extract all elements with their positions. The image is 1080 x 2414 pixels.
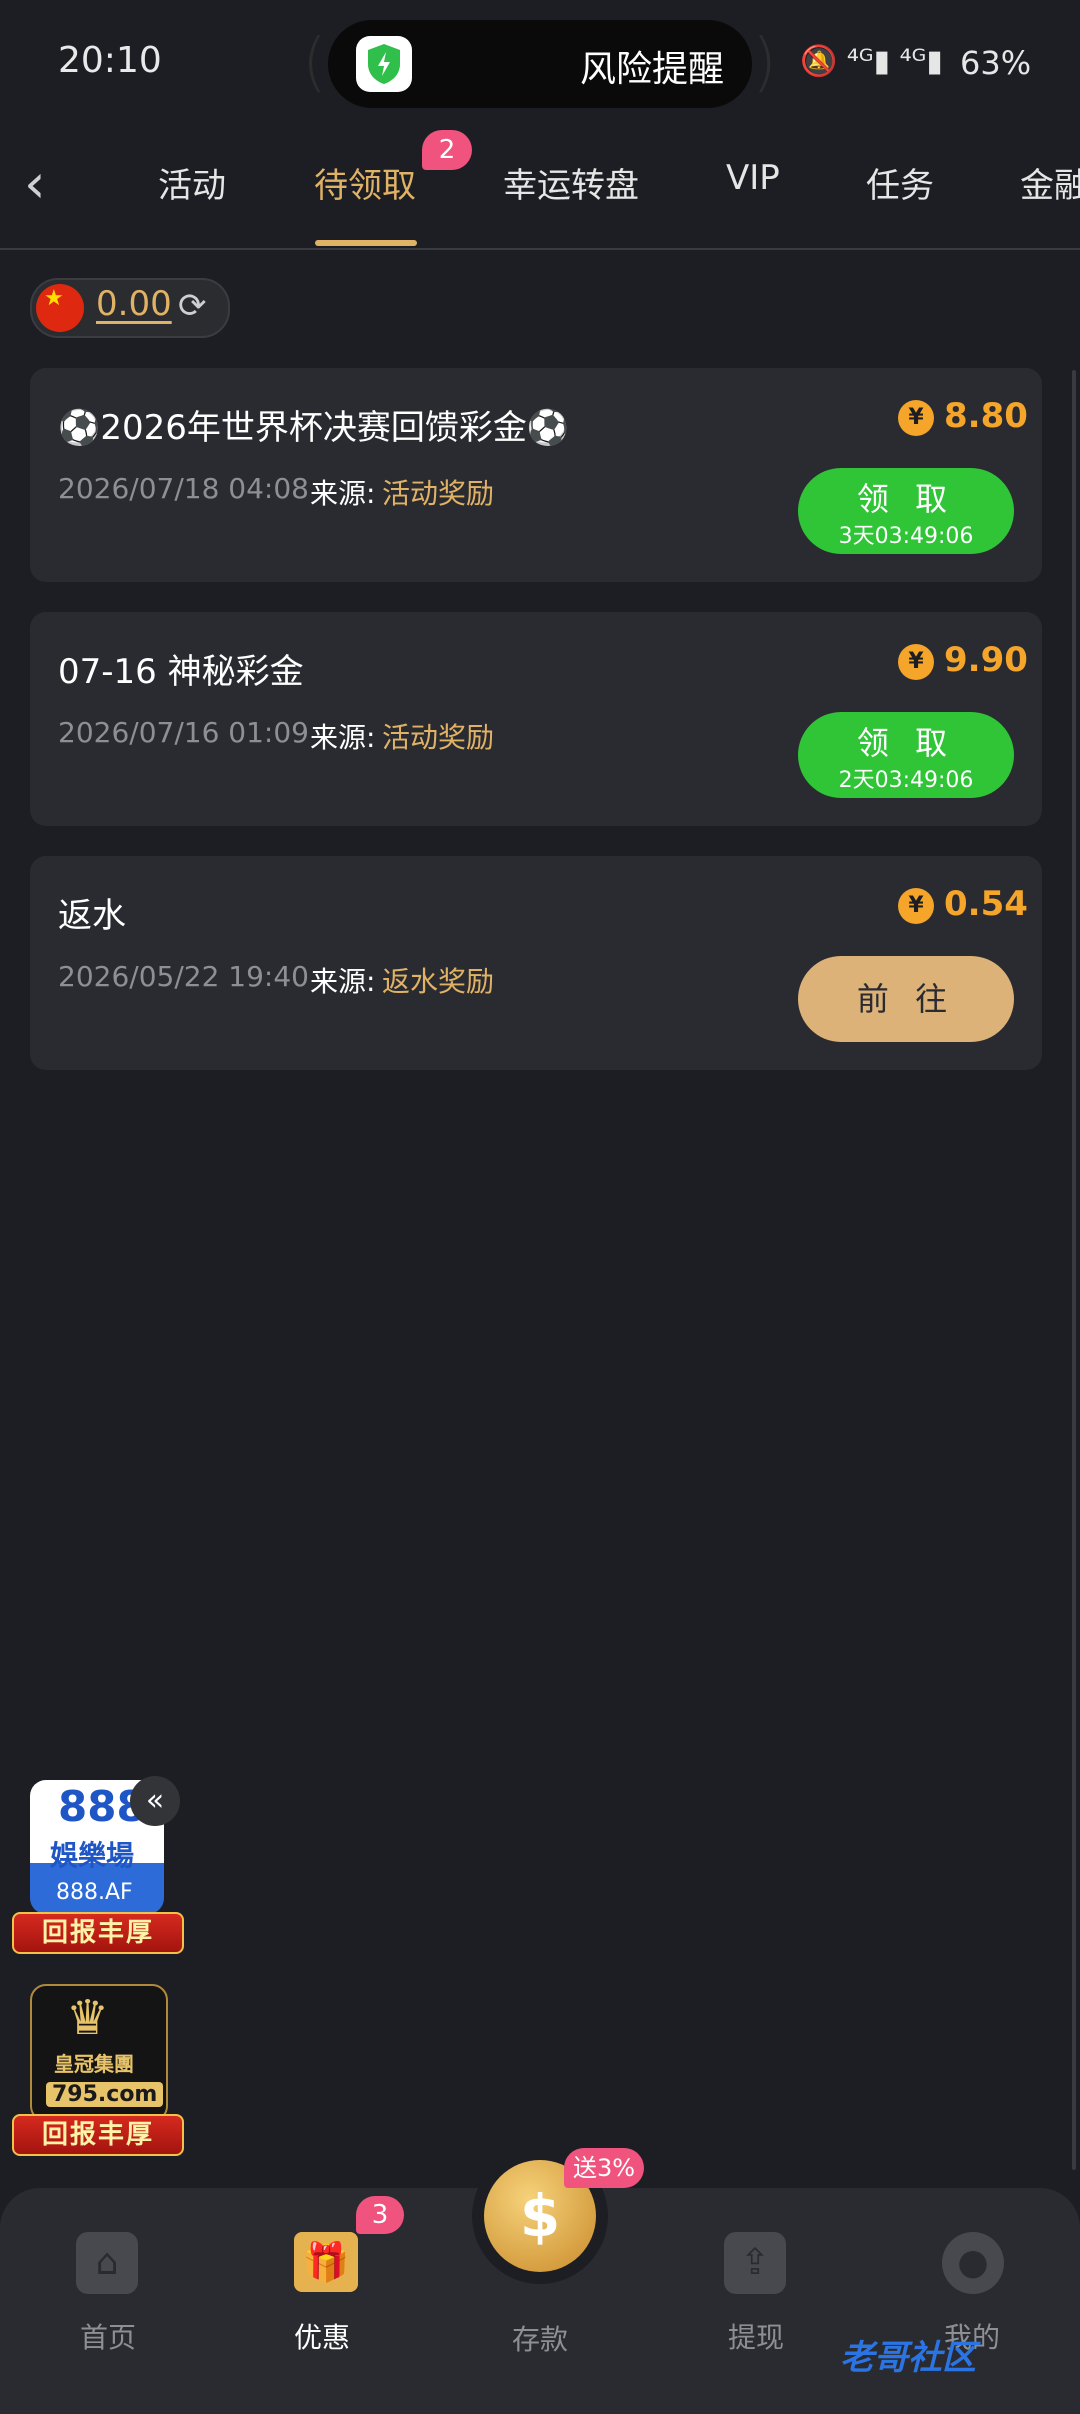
reward-date: 2026/05/22 19:40 — [58, 960, 309, 993]
crown-icon: ♛ — [66, 1990, 110, 2046]
claim-label: 领 取 — [856, 480, 956, 518]
shield-icon — [356, 36, 412, 92]
nav-home-label[interactable]: 首页 — [80, 2316, 136, 2356]
nav-promo-label[interactable]: 优惠 — [294, 2316, 350, 2356]
withdraw-icon[interactable]: ⇪ — [724, 2232, 786, 2294]
signal-icons: 🔕 ⁴ᴳ▮ ⁴ᴳ▮ — [800, 44, 943, 79]
reward-amount: 8.80 — [944, 396, 1028, 436]
nav-deposit-label[interactable]: 存款 — [512, 2318, 568, 2358]
ad-crown-ribbon[interactable]: 回报丰厚 — [12, 2114, 184, 2156]
coin-icon: ¥ — [898, 644, 934, 680]
reward-title: 07-16 神秘彩金 — [58, 652, 304, 692]
claim-label: 领 取 — [856, 724, 956, 762]
gift-icon[interactable]: 🎁 — [294, 2232, 358, 2292]
collapse-ads-icon[interactable]: « — [130, 1776, 180, 1826]
ad-crown-name: 皇冠集團 — [54, 2052, 134, 2076]
tab-finance[interactable]: 金融 — [1020, 158, 1080, 207]
reward-source: 活动奖励 — [382, 477, 495, 510]
tab-lucky-wheel[interactable]: 幸运转盘 — [503, 158, 639, 207]
claim-button[interactable]: 领 取 3天03:49:06 — [798, 468, 1014, 554]
refresh-icon[interactable]: ⟳ — [178, 286, 207, 326]
reward-source-label: 来源: — [310, 477, 376, 510]
watermark-logo: 老哥社区 — [840, 2338, 976, 2378]
claim-button[interactable]: 领 取 2天03:49:06 — [798, 712, 1014, 798]
deposit-bonus-badge: 送3% — [564, 2148, 644, 2188]
ad-888-ribbon[interactable]: 回报丰厚 — [12, 1912, 184, 1954]
nav-promo-badge: 3 — [356, 2196, 404, 2234]
active-tab-indicator — [315, 240, 417, 246]
reward-amount: 0.54 — [944, 884, 1028, 924]
coin-icon: ¥ — [898, 888, 934, 924]
status-time: 20:10 — [58, 40, 162, 81]
tab-tasks[interactable]: 任务 — [866, 158, 934, 207]
reward-source-label: 来源: — [310, 965, 376, 998]
reward-source-label: 来源: — [310, 721, 376, 754]
claim-timer: 3天03:49:06 — [838, 524, 974, 549]
balance-amount[interactable]: 0.00 — [96, 284, 172, 324]
island-bracket-right: ) — [752, 26, 777, 100]
tab-activity[interactable]: 活动 — [158, 158, 226, 207]
reward-title: 返水 — [58, 896, 126, 936]
reward-source: 活动奖励 — [382, 721, 495, 754]
china-flag-icon: ★ — [36, 284, 84, 332]
go-button[interactable]: 前 往 — [798, 956, 1014, 1042]
reward-source: 返水奖励 — [382, 965, 495, 998]
reward-amount: 9.90 — [944, 640, 1028, 680]
back-chevron-icon[interactable]: ‹ — [24, 154, 74, 214]
coin-icon: ¥ — [898, 400, 934, 436]
battery-level: 63% — [960, 44, 1032, 82]
reward-date: 2026/07/18 04:08 — [58, 472, 309, 505]
tab-pending[interactable]: 待领取 — [314, 158, 416, 207]
reward-title: ⚽2026年世界杯决赛回馈彩金⚽ — [58, 408, 570, 448]
home-icon[interactable]: ⌂ — [76, 2232, 138, 2294]
tab-vip[interactable]: VIP — [726, 158, 780, 198]
tab-pending-badge: 2 — [422, 130, 472, 170]
claim-timer: 2天03:49:06 — [838, 768, 974, 793]
ad-888-url: 888.AF — [56, 1880, 133, 1905]
profile-icon[interactable]: ● — [942, 2232, 1004, 2294]
reward-date: 2026/07/16 01:09 — [58, 716, 309, 749]
scrollbar[interactable] — [1072, 370, 1076, 2170]
ad-888-name: 娛樂場 — [50, 1839, 135, 1872]
nav-withdraw-label[interactable]: 提现 — [728, 2316, 784, 2356]
island-text: 风险提醒 — [580, 49, 725, 90]
island-bracket-left: ( — [302, 26, 327, 100]
ad-crown-url: 795.com — [46, 2082, 164, 2107]
